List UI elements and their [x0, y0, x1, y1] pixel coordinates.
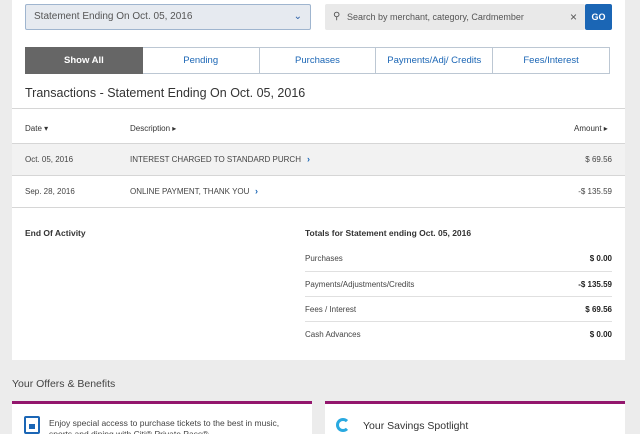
table-row[interactable]: Sep. 28, 2016 ONLINE PAYMENT, THANK YOU …	[12, 176, 625, 207]
totals-row: Payments/Adjustments/Credits -$ 135.59	[305, 271, 612, 296]
divider	[12, 207, 625, 208]
row-description: ONLINE PAYMENT, THANK YOU	[130, 187, 250, 196]
totals-row: Purchases $ 0.00	[305, 246, 612, 271]
chevron-down-icon: ⌄	[293, 11, 302, 22]
tab-payments-credits[interactable]: Payments/Adj/ Credits	[376, 47, 494, 74]
totals-label: Cash Advances	[305, 330, 361, 339]
statement-period-select[interactable]: Statement Ending On Oct. 05, 2016 ⌄	[25, 4, 311, 30]
search-input[interactable]: ⚲ Search by merchant, category, Cardmemb…	[325, 4, 585, 30]
search-placeholder: Search by merchant, category, Cardmember	[347, 12, 524, 22]
tab-fees-interest[interactable]: Fees/Interest	[493, 47, 610, 74]
totals-value: $ 0.00	[589, 330, 612, 339]
chevron-right-icon[interactable]: ›	[307, 154, 310, 164]
divider	[12, 108, 625, 109]
ticket-icon	[24, 416, 40, 434]
totals-label: Payments/Adjustments/Credits	[305, 280, 415, 289]
column-header-amount[interactable]: Amount ▸	[574, 124, 608, 133]
row-description: INTEREST CHARGED TO STANDARD PURCH	[130, 155, 301, 164]
offers-section-title: Your Offers & Benefits	[12, 378, 116, 390]
row-amount: $ 69.56	[585, 155, 612, 164]
totals-title: Totals for Statement ending Oct. 05, 201…	[305, 228, 472, 238]
totals-row: Cash Advances $ 0.00	[305, 321, 612, 346]
totals-row: Fees / Interest $ 69.56	[305, 296, 612, 321]
page-title: Transactions - Statement Ending On Oct. …	[25, 86, 306, 100]
offer-card-savings[interactable]: Your Savings Spotlight	[325, 401, 625, 434]
go-button[interactable]: GO	[585, 4, 612, 30]
totals-label: Purchases	[305, 254, 343, 263]
totals-label: Fees / Interest	[305, 305, 357, 314]
row-amount: -$ 135.59	[578, 187, 612, 196]
totals-value: -$ 135.59	[578, 280, 612, 289]
offer-card-private-pass[interactable]: Enjoy special access to purchase tickets…	[12, 401, 312, 434]
column-header-date[interactable]: Date ▾	[25, 124, 48, 133]
tab-purchases[interactable]: Purchases	[259, 47, 377, 74]
row-date: Oct. 05, 2016	[25, 155, 74, 164]
search-icon: ⚲	[333, 11, 341, 22]
savings-ring-icon	[336, 418, 350, 432]
chevron-right-icon[interactable]: ›	[255, 186, 258, 196]
totals-value: $ 0.00	[589, 254, 612, 263]
row-date: Sep. 28, 2016	[25, 187, 75, 196]
column-header-description[interactable]: Description ▸	[130, 124, 176, 133]
offer-text: Enjoy special access to purchase tickets…	[49, 418, 280, 434]
offer-text: Your Savings Spotlight	[363, 420, 469, 432]
totals-value: $ 69.56	[585, 305, 612, 314]
table-row[interactable]: Oct. 05, 2016 INTEREST CHARGED TO STANDA…	[12, 144, 625, 175]
clear-icon[interactable]: ×	[570, 4, 577, 30]
tab-pending[interactable]: Pending	[142, 47, 260, 74]
tab-show-all[interactable]: Show All	[25, 47, 143, 74]
end-of-activity-label: End Of Activity	[25, 228, 86, 238]
filter-tabs: Show All Pending Purchases Payments/Adj/…	[25, 47, 610, 74]
statement-period-value: Statement Ending On Oct. 05, 2016	[34, 11, 193, 22]
